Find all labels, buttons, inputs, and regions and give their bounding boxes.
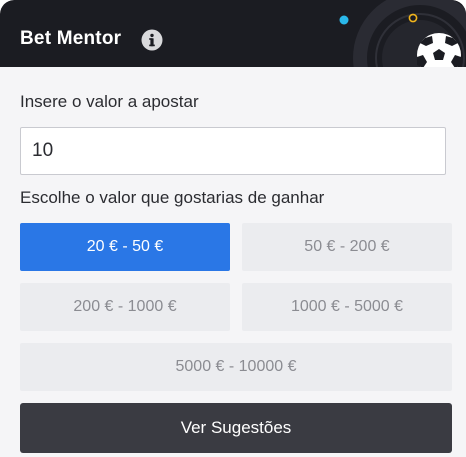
win-range-label: Escolhe o valor que gostarias de ganhar: [20, 188, 325, 207]
widget-header: Bet Mentor: [0, 0, 466, 67]
bet-mentor-widget: Bet Mentor Insere o valor a apostar 10 E…: [0, 0, 466, 457]
soccer-ball-icon: [339, 0, 466, 67]
win-range-option-200-1000[interactable]: 200 € - 1000 €: [20, 283, 230, 331]
amount-label: Insere o valor a apostar: [20, 92, 199, 111]
win-range-option-20-50[interactable]: 20 € - 50 €: [20, 223, 230, 271]
see-suggestions-button[interactable]: Ver Sugestões: [20, 403, 452, 453]
amount-input[interactable]: [20, 127, 446, 175]
widget-title: Bet Mentor: [20, 28, 122, 49]
info-circle-icon[interactable]: [141, 29, 163, 51]
win-range-option-1000-5000[interactable]: 1000 € - 5000 €: [242, 283, 452, 331]
win-range-option-5000-10000[interactable]: 5000 € - 10000 €: [20, 343, 452, 391]
win-range-option-50-200[interactable]: 50 € - 200 €: [242, 223, 452, 271]
